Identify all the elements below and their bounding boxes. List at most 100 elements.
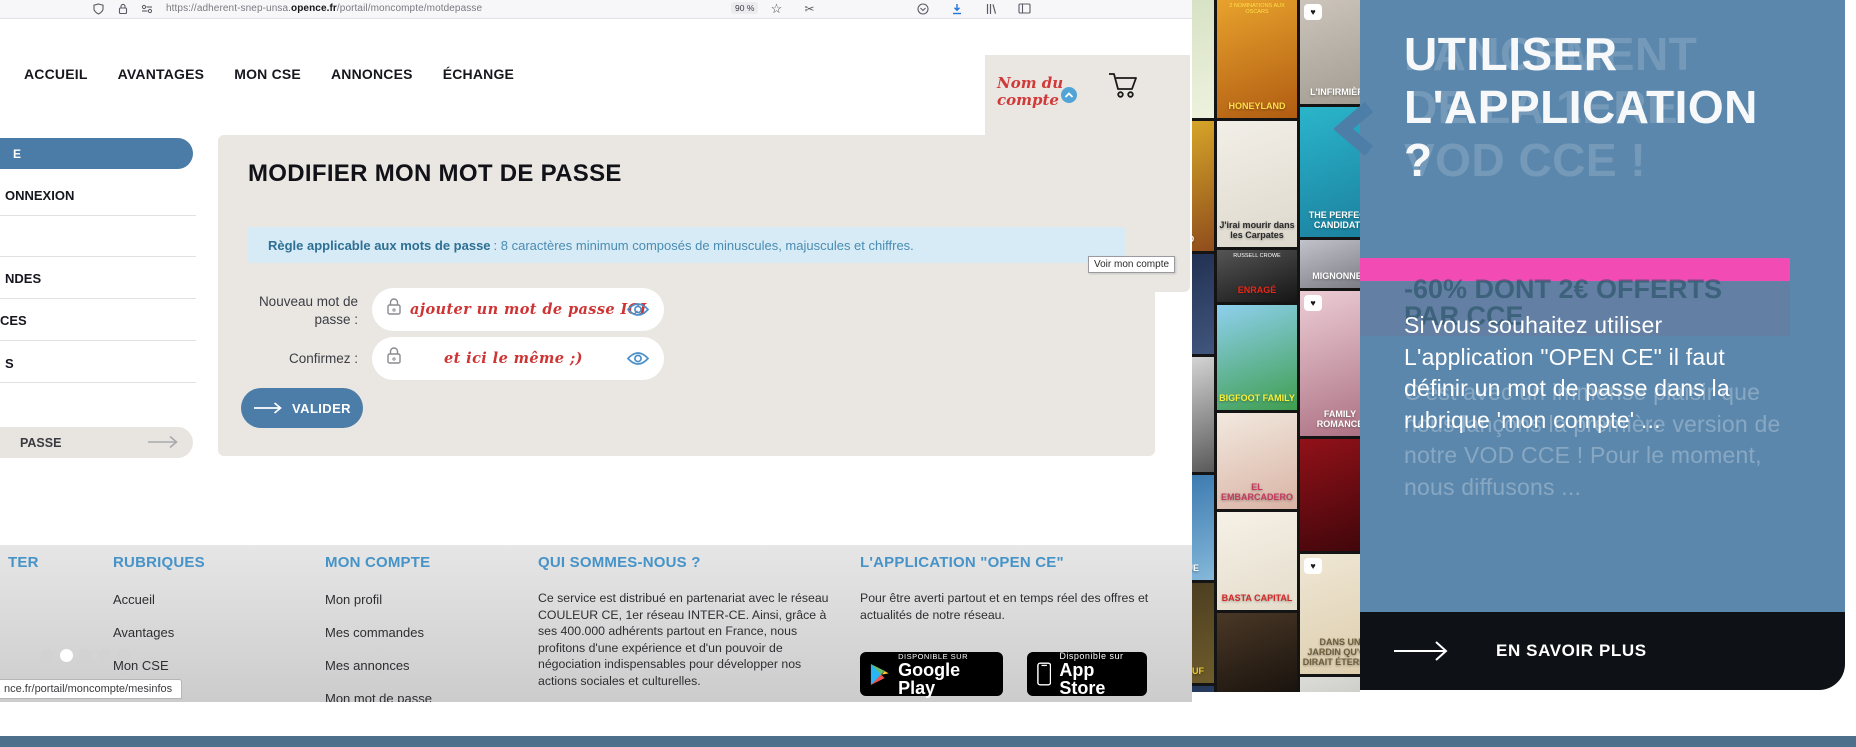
footer-link-mon-profil[interactable]: Mon profil bbox=[325, 592, 382, 607]
new-password-field[interactable]: ajouter un mot de passe ICI bbox=[372, 288, 664, 331]
footer-link-accueil[interactable]: Accueil bbox=[113, 592, 155, 607]
sidebar-item-connexion[interactable]: ONNEXION bbox=[5, 188, 74, 203]
poster-title: J'irai mourir dans les Carpates bbox=[1219, 220, 1295, 240]
divider bbox=[0, 382, 196, 383]
sidebar-toggle-icon[interactable] bbox=[1018, 2, 1031, 15]
poster-title: BIGFOOT FAMILY bbox=[1219, 393, 1295, 403]
sidebar-header-pill[interactable]: E bbox=[0, 138, 193, 169]
sidebar-item-mot-de-passe-active[interactable]: PASSE bbox=[0, 427, 193, 458]
shield-icon[interactable] bbox=[92, 2, 105, 15]
movie-poster[interactable]: madre bbox=[1300, 677, 1360, 692]
poster-title: DANS UN JARDIN QU'ON DIRAIT ÉTERNEL bbox=[1302, 637, 1360, 667]
movie-poster[interactable]: CER RIQUE bbox=[1192, 475, 1214, 580]
poster-title: nette bbox=[1192, 101, 1212, 111]
sidebar-item-commandes[interactable]: NDES bbox=[5, 271, 41, 286]
movie-poster[interactable]: J'irai mourir dans les Carpates bbox=[1217, 121, 1297, 247]
nav-item-annonces[interactable]: ANNONCES bbox=[331, 66, 413, 82]
poster-title: HONEYLAND bbox=[1228, 101, 1286, 111]
poster-title: L'INFIRMIÈRE bbox=[1310, 87, 1360, 97]
slide-title: UTILISER L'APPLICATION ? bbox=[1404, 28, 1758, 186]
poster-title: FAMILY ROMANCE bbox=[1316, 409, 1360, 429]
bottom-strip bbox=[0, 736, 1856, 747]
movie-poster[interactable] bbox=[1300, 439, 1360, 551]
footer-link-mon-cse[interactable]: Mon CSE bbox=[113, 658, 169, 673]
movie-poster[interactable]: Fille bbox=[1192, 254, 1214, 354]
app-store-badge[interactable]: Disponible sur App Store bbox=[1027, 651, 1147, 698]
movie-poster[interactable]: EL EMBARCADERO bbox=[1217, 413, 1297, 509]
carousel-dot[interactable] bbox=[79, 649, 92, 662]
status-bar-link-preview: nce.fr/portail/moncompte/mesinfos bbox=[0, 679, 183, 699]
divider bbox=[0, 298, 196, 299]
arrow-right-icon bbox=[1394, 641, 1448, 661]
new-password-label: Nouveau mot de passe : bbox=[258, 294, 358, 327]
movie-poster[interactable]: 2 NOMINATIONS AUX OSCARS HONEYLAND bbox=[1217, 0, 1297, 118]
address-bar[interactable]: https://adherent-snep-unsa.opence.fr/por… bbox=[166, 3, 482, 14]
poster-title: ME PES, C UF bbox=[1192, 666, 1204, 676]
movie-poster[interactable]: RUSSELL CROWE ENRAGÉ bbox=[1217, 250, 1297, 302]
permissions-icon[interactable] bbox=[140, 2, 153, 15]
bookmark-star-icon[interactable]: ☆ bbox=[770, 1, 783, 16]
movie-poster[interactable]: nette bbox=[1192, 0, 1214, 118]
about-paragraph: Ce service est distribué en partenariat … bbox=[538, 591, 829, 688]
password-rule-box: Règle applicable aux mots de passe : 8 c… bbox=[248, 227, 1125, 263]
library-icon[interactable] bbox=[984, 2, 997, 15]
poster-subtitle: RUSSELL CROWE bbox=[1233, 253, 1281, 259]
movie-poster[interactable]: MIGNONNES bbox=[1300, 240, 1360, 288]
sidebar-item-fragment[interactable]: S bbox=[5, 356, 14, 371]
lock-icon[interactable] bbox=[116, 2, 129, 15]
en-savoir-plus-button[interactable]: EN SAVOIR PLUS bbox=[1360, 612, 1845, 690]
show-password-eye-icon[interactable] bbox=[626, 351, 650, 371]
footer-link-mes-commandes[interactable]: Mes commandes bbox=[325, 625, 424, 640]
movie-poster[interactable]: ME PES, C UF bbox=[1192, 583, 1214, 683]
movie-poster[interactable]: E FEMME bbox=[1192, 686, 1214, 692]
nav-item-accueil[interactable]: ACCUEIL bbox=[24, 66, 88, 82]
movie-poster[interactable]: ♥ FAMILY ROMANCE bbox=[1300, 291, 1360, 436]
carousel-prev-chevron-icon[interactable] bbox=[1332, 102, 1376, 161]
screenshot-scissors-icon[interactable]: ✂ bbox=[803, 2, 816, 16]
movie-poster[interactable]: ♥ L'INFIRMIÈRE bbox=[1300, 0, 1360, 104]
footer-link-avantages[interactable]: Avantages bbox=[113, 625, 174, 640]
cart-icon[interactable] bbox=[1107, 70, 1139, 104]
arrow-right-icon bbox=[254, 402, 282, 414]
valider-button[interactable]: VALIDER bbox=[241, 388, 363, 428]
movie-poster[interactable]: IP MAN 4 bbox=[1217, 613, 1297, 692]
nav-item-echange[interactable]: ÉCHANGE bbox=[443, 66, 514, 82]
google-play-badge[interactable]: DISPONIBLE SUR Google Play bbox=[860, 652, 1003, 698]
movie-poster[interactable]: ♥ DANS UN JARDIN QU'ON DIRAIT ÉTERNEL bbox=[1300, 554, 1360, 674]
divider bbox=[0, 215, 196, 216]
zoom-level-badge[interactable]: 90 % bbox=[731, 2, 759, 14]
show-password-eye-icon[interactable] bbox=[626, 302, 650, 322]
sidebar-item-annonces[interactable]: CES bbox=[0, 313, 27, 328]
carousel-dot[interactable] bbox=[98, 649, 111, 662]
nav-item-avantages[interactable]: AVANTAGES bbox=[118, 66, 205, 82]
link-tooltip: Voir mon compte bbox=[1088, 256, 1176, 273]
movie-poster[interactable]: BAMAKO bbox=[1192, 121, 1214, 251]
footer-heading-qui-sommes-nous: QUI SOMMES-NOUS ? bbox=[538, 554, 701, 571]
lock-icon bbox=[386, 346, 402, 371]
favorite-heart-icon[interactable]: ♥ bbox=[1304, 4, 1322, 20]
slide-paragraph: Si vous souhaitez utiliser L'application… bbox=[1404, 312, 1730, 433]
badge-bottom-text: Google Play bbox=[898, 659, 961, 698]
footer-heading-contact-fragment: TER bbox=[8, 554, 39, 571]
favorite-heart-icon[interactable]: ♥ bbox=[1304, 558, 1322, 574]
chevron-up-icon[interactable] bbox=[1061, 87, 1077, 103]
pocket-icon[interactable] bbox=[916, 2, 929, 15]
badge-bottom-text: App Store bbox=[1059, 660, 1106, 698]
movie-poster[interactable]: ITE bbox=[1192, 357, 1214, 472]
password-annotation: et ici le même ;) bbox=[444, 350, 583, 367]
poster-subtitle: 2 NOMINATIONS AUX OSCARS bbox=[1229, 3, 1285, 15]
favorite-heart-icon[interactable]: ♥ bbox=[1304, 295, 1322, 311]
movie-poster[interactable]: BIGFOOT FAMILY bbox=[1217, 305, 1297, 410]
footer-link-mes-annonces[interactable]: Mes annonces bbox=[325, 658, 410, 673]
footer-link-mon-mot-de-passe[interactable]: Mon mot de passe bbox=[325, 691, 432, 702]
download-icon[interactable] bbox=[950, 2, 963, 15]
poster-title: Fille bbox=[1192, 337, 1212, 347]
browser-toolbar: https://adherent-snep-unsa.opence.fr/por… bbox=[0, 0, 1192, 19]
confirm-password-field[interactable]: et ici le même ;) bbox=[372, 337, 664, 380]
carousel-dot[interactable] bbox=[41, 649, 54, 662]
nav-item-mon-cse[interactable]: MON CSE bbox=[234, 66, 301, 82]
movie-poster[interactable]: BASTA CAPITAL bbox=[1217, 512, 1297, 610]
app-paragraph: Pour être averti partout et en temps rée… bbox=[860, 591, 1149, 622]
footer-heading-rubriques: RUBRIQUES bbox=[113, 554, 205, 571]
carousel-dot[interactable] bbox=[60, 649, 73, 662]
